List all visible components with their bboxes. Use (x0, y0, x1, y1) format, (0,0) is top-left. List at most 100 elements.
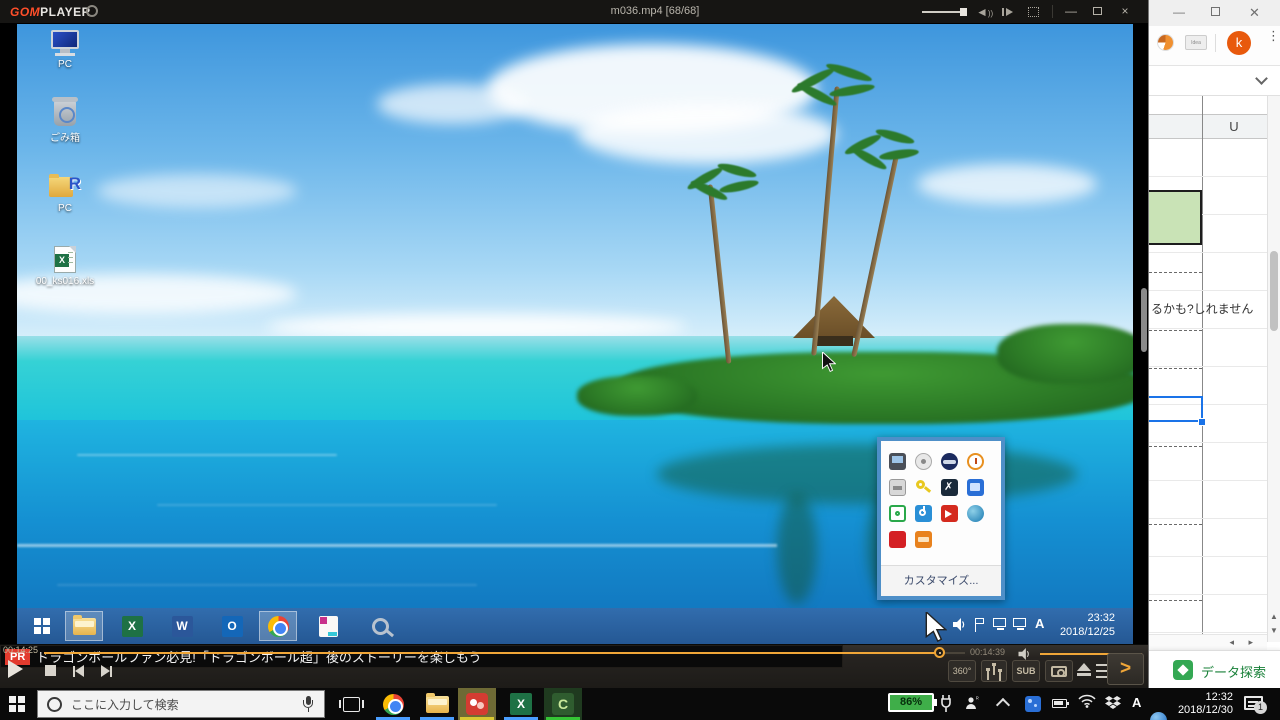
formula-bar[interactable] (1149, 66, 1280, 96)
next-button[interactable] (101, 665, 112, 677)
maximize-button[interactable] (1088, 3, 1106, 20)
desktop-icon-recycle-bin[interactable]: ごみ箱 (27, 100, 103, 144)
recorded-clock[interactable]: 23:32 2018/12/25 (1060, 611, 1115, 639)
vr360-button[interactable]: 360° (948, 660, 976, 682)
dropbox-icon[interactable] (1105, 696, 1121, 716)
globe-tray-icon[interactable] (967, 505, 984, 522)
pc-status-tray-icon[interactable] (889, 453, 906, 470)
scrollbar-thumb[interactable] (1141, 288, 1147, 352)
titlebar-speaker-icon[interactable]: ◄)) (976, 5, 993, 21)
fullscreen-icon[interactable] (1028, 7, 1039, 17)
recorded-explorer-button[interactable] (65, 611, 103, 641)
previous-button[interactable] (73, 665, 84, 677)
selection-fill-handle[interactable] (1198, 418, 1206, 426)
ab-repeat-icon[interactable] (1006, 8, 1013, 16)
extension-icon[interactable] (1157, 34, 1174, 51)
eject-button[interactable] (1077, 663, 1091, 676)
capture-button[interactable] (1045, 660, 1073, 682)
selection-box[interactable] (1149, 396, 1203, 422)
gom-titlebar[interactable]: GOMPLAYER m036.mp4 [68/68] ◄)) — × (0, 0, 1148, 24)
tray-customize-link[interactable]: カスタマイズ... (881, 565, 1001, 596)
ab-repeat-icon[interactable] (1002, 8, 1004, 16)
scroll-down-icon[interactable]: ▼ (1270, 626, 1278, 635)
seek-handle[interactable] (934, 647, 945, 658)
minimize-button[interactable]: — (1062, 3, 1080, 20)
highlighted-cell[interactable] (1149, 190, 1202, 245)
wifi-icon[interactable] (1078, 694, 1096, 713)
control-panel-button[interactable] (981, 660, 1007, 682)
recorded-flag-icon[interactable] (975, 618, 984, 624)
extension-icon[interactable]: Idea (1185, 35, 1207, 50)
orange-app-tray-icon[interactable] (915, 531, 932, 548)
speaker-tray-icon[interactable] (941, 505, 958, 522)
scroll-up-icon[interactable]: ▲ (1270, 612, 1278, 621)
key-tray-icon[interactable] (915, 479, 932, 496)
chrome-menu-icon[interactable]: ⋮ (1267, 32, 1273, 39)
blue-app-tray-icon[interactable] (967, 479, 984, 496)
maximize-button[interactable] (1211, 5, 1220, 19)
recorded-search-button[interactable] (361, 611, 399, 641)
task-view-button[interactable] (332, 688, 370, 720)
hidden-icons-chevron[interactable] (996, 698, 1010, 712)
power-tray-icon[interactable] (915, 505, 932, 522)
search-box[interactable]: ここに入力して検索 (37, 690, 325, 718)
playlist-expand-button[interactable]: > (1107, 653, 1144, 685)
recorded-chrome-button[interactable] (259, 611, 297, 641)
recorded-word-button[interactable]: W (163, 611, 201, 641)
spreadsheet-grid[interactable]: U るかも?しれません (1149, 96, 1267, 642)
gear-icon[interactable] (86, 5, 98, 17)
user-sphere-icon[interactable] (1150, 712, 1167, 720)
close-button[interactable]: ✕ (1249, 5, 1260, 21)
profile-avatar[interactable]: k (1227, 31, 1251, 55)
recorded-network-icon[interactable] (1013, 618, 1026, 627)
desktop-icon-xls-file[interactable]: X 00_ks016.xls (27, 246, 103, 287)
browser-tray-icon[interactable] (941, 453, 958, 470)
minimize-button[interactable]: — (1173, 5, 1185, 19)
recorded-speaker-icon[interactable] (953, 618, 966, 636)
red-square-tray-icon[interactable] (889, 531, 906, 548)
play-button[interactable] (8, 660, 23, 678)
recorded-ime-indicator[interactable]: A (1035, 616, 1044, 631)
taskbar-chrome-button[interactable] (374, 688, 412, 720)
recorded-excel-button[interactable]: X (113, 611, 151, 641)
taskbar-clock[interactable]: 12:32 2018/12/30 (1173, 691, 1233, 717)
recorded-onenote-button[interactable] (309, 611, 347, 641)
action-center-icon[interactable]: 1 (1244, 696, 1263, 710)
people-icon[interactable]: ᴿ (965, 695, 981, 716)
explore-icon[interactable] (1173, 660, 1193, 680)
microphone-icon[interactable] (302, 695, 314, 713)
horizontal-scrollbar[interactable]: ◂ ▸ (1149, 634, 1267, 650)
explore-label[interactable]: データ探索 (1201, 662, 1266, 681)
ad-banner[interactable]: PR ドラゴンボールファン必見!「ドラゴンボール超」後のストーリーを楽しもう (0, 645, 843, 668)
column-header[interactable]: U (1202, 115, 1266, 139)
green-ring-tray-icon[interactable] (889, 505, 906, 522)
titlebar-volume-slider[interactable] (922, 11, 964, 13)
taskbar-camtasia-button[interactable]: C (544, 688, 582, 720)
titlebar-volume-knob[interactable] (960, 8, 967, 16)
desktop-icon-pc[interactable]: PC (27, 30, 103, 70)
battery-icon[interactable] (1052, 699, 1067, 708)
start-button[interactable] (9, 696, 25, 712)
recorded-outlook-button[interactable]: O (213, 611, 251, 641)
subtitle-button[interactable]: SUB (1012, 660, 1040, 682)
ime-indicator[interactable]: A (1132, 695, 1141, 710)
chrome-titlebar[interactable]: — ✕ (1149, 0, 1280, 26)
recorded-start-button[interactable] (23, 611, 61, 641)
column-header-row[interactable]: U (1149, 114, 1267, 139)
x-app-tray-icon[interactable]: ✗ (941, 479, 958, 496)
taskbar-explorer-button[interactable] (418, 688, 456, 720)
clock-tray-icon[interactable] (967, 453, 984, 470)
chevron-down-icon[interactable] (1255, 72, 1268, 85)
blue-app-icon[interactable] (1025, 696, 1041, 712)
recorded-battery-icon[interactable] (993, 618, 1006, 627)
vertical-scrollbar[interactable]: ▲ ▼ (1267, 96, 1280, 642)
video-frame[interactable]: PC ごみ箱 R PC X 00_ks016.xls (17, 24, 1133, 644)
taskbar-gom-button[interactable] (458, 688, 496, 720)
close-button[interactable]: × (1116, 3, 1134, 20)
taskbar-excel-button[interactable]: X (502, 688, 540, 720)
stop-button[interactable] (45, 665, 56, 676)
printer-tray-icon[interactable] (889, 479, 906, 496)
scrollbar-thumb[interactable] (1270, 251, 1278, 331)
desktop-icon-r-folder[interactable]: R PC (27, 174, 103, 214)
battery-status[interactable]: 86% (888, 693, 934, 712)
